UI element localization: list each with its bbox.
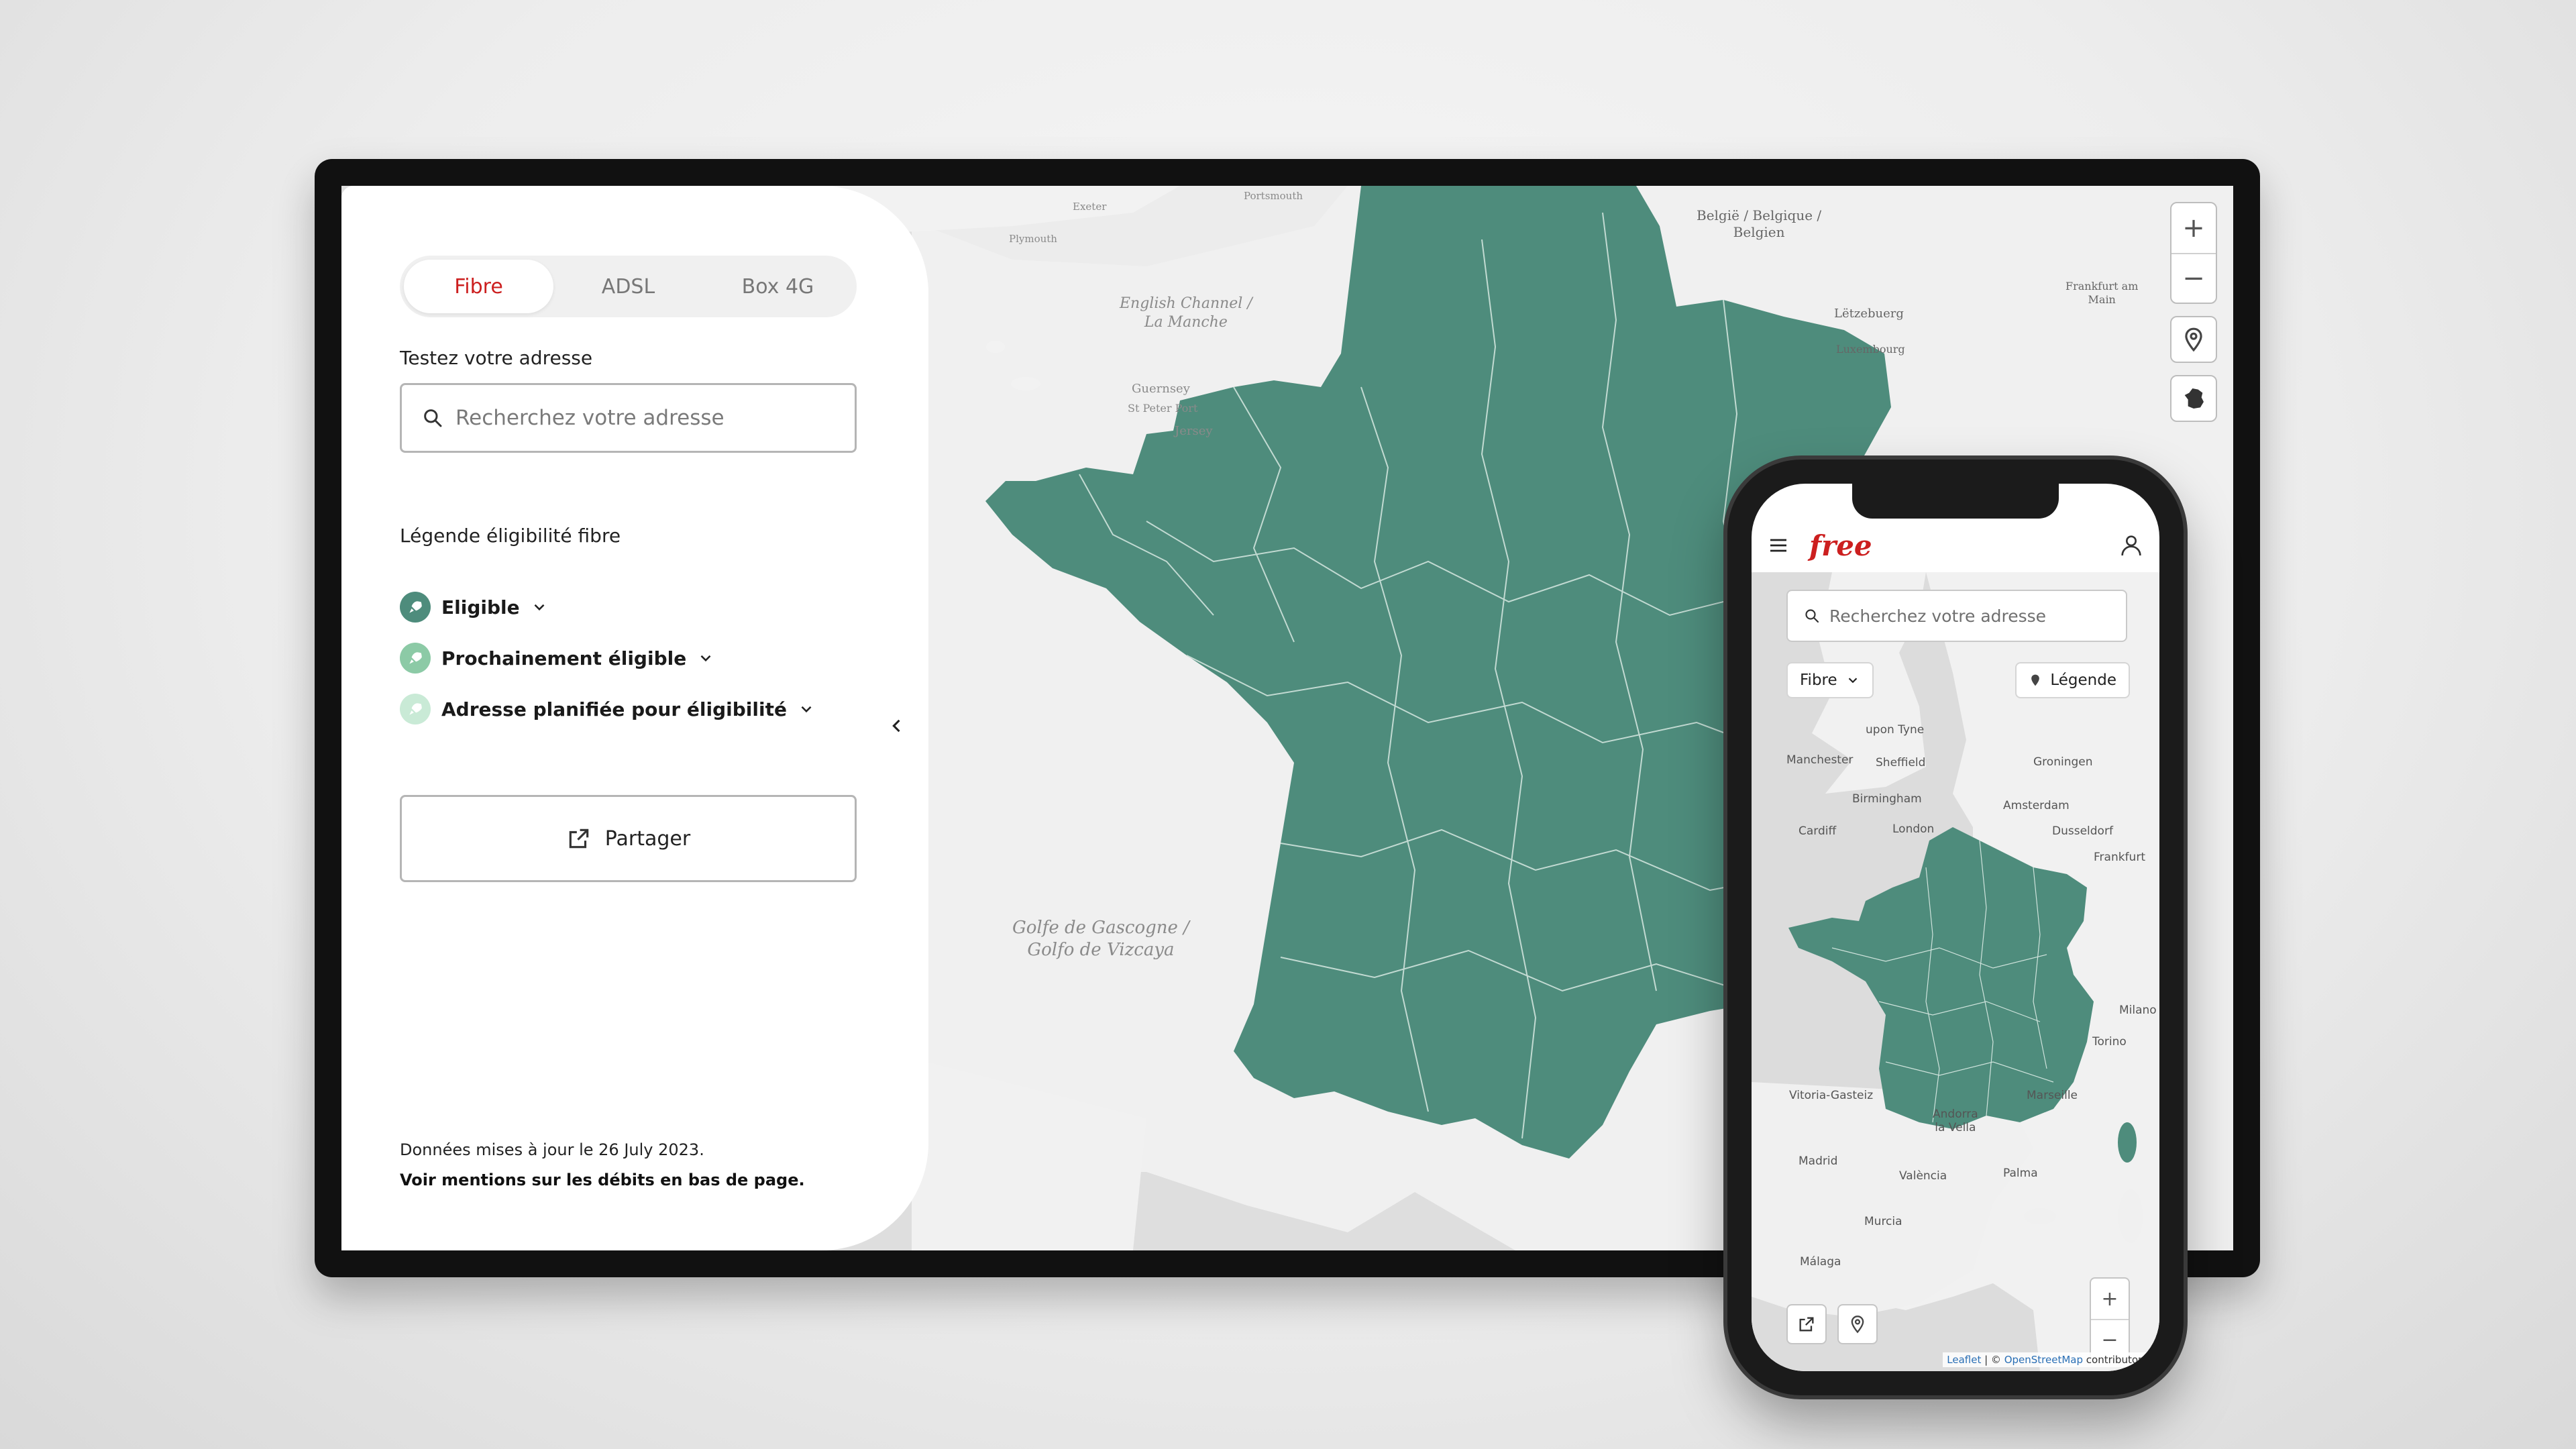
map-label-madrid: Madrid (1799, 1155, 1838, 1168)
map-label-frankfurt: Frankfurt am Main (2065, 280, 2139, 306)
leaflet-link[interactable]: Leaflet (1947, 1354, 1981, 1366)
legend-item-planifiee[interactable]: Adresse planifiée pour éligibilité (400, 694, 815, 724)
map-label-channel: English Channel / La Manche (1120, 295, 1252, 331)
map-label-manchester: Manchester (1786, 753, 1854, 767)
phone-legend-button[interactable]: Légende (2015, 662, 2130, 698)
tab-box-4g[interactable]: Box 4G (703, 260, 853, 313)
legend-item-label: Eligible (441, 596, 520, 619)
chevron-down-icon (1848, 678, 1857, 684)
location-pin-icon (2031, 674, 2040, 686)
address-search-input[interactable] (455, 406, 831, 430)
share-button[interactable]: Partager (400, 795, 857, 882)
chevron-left-icon (892, 719, 900, 733)
map-label-plymouth: Plymouth (1009, 233, 1057, 245)
legend-item-eligible[interactable]: Eligible (400, 592, 548, 623)
map-label-gulf: Golfe de Gascogne / Golfo de Vizcaya (1012, 918, 1189, 960)
map-label-valencia: València (1899, 1169, 1947, 1183)
address-label: Testez votre adresse (400, 347, 593, 369)
map-label-jersey: Jersey (1175, 424, 1213, 438)
map-label-sheffield: Sheffield (1876, 756, 1926, 769)
chevron-down-icon (534, 604, 545, 611)
phone-locate-button[interactable] (1837, 1304, 1878, 1344)
phone-device: free Recherchez votre adresse Fibre Lége… (1727, 460, 2184, 1395)
france-icon (2184, 388, 2204, 409)
map-label-exeter: Exeter (1073, 201, 1107, 213)
map-label-palma: Palma (2003, 1167, 2038, 1180)
map-label-guernsey: Guernsey (1132, 382, 1190, 396)
map-label-amsterdam: Amsterdam (2003, 799, 2070, 812)
mentions-link[interactable]: Voir mentions sur les débits en bas de p… (400, 1171, 805, 1189)
zoom-out-button[interactable]: − (2171, 253, 2216, 303)
attribution-tail: contributors (2083, 1354, 2147, 1366)
location-pin-icon (2185, 327, 2202, 352)
zoom-in-button[interactable]: + (2171, 203, 2216, 253)
location-pin-icon (1851, 1316, 1864, 1334)
phone-zoom-in-button[interactable]: + (2091, 1279, 2129, 1319)
legend-item-label: Adresse planifiée pour éligibilité (441, 698, 787, 720)
recenter-france-button[interactable] (2170, 375, 2217, 422)
map-label-london: London (1892, 822, 1935, 836)
map-label-dusseldorf: Dusseldorf (2052, 824, 2113, 838)
attribution-separator: | © (1981, 1354, 2004, 1366)
map-label-letzebuerg: Lëtzebuerg (1834, 307, 1904, 321)
rocket-icon (400, 643, 431, 674)
osm-link[interactable]: OpenStreetMap (2004, 1354, 2083, 1366)
phone-address-search-input[interactable] (1829, 606, 2111, 626)
legend-item-label: Prochainement éligible (441, 647, 687, 669)
map-label-marseille: Marseille (2027, 1089, 2078, 1102)
hamburger-menu-icon[interactable] (1768, 535, 1789, 556)
chevron-down-icon (700, 655, 711, 662)
map-controls: + − (2170, 202, 2217, 422)
network-tabs: Fibre ADSL Box 4G (400, 256, 857, 317)
legend-title: Légende éligibilité fibre (400, 525, 621, 547)
search-icon (1805, 609, 1819, 623)
map-label-luxembourg: Luxembourg (1836, 343, 1905, 356)
free-logo[interactable]: free (1809, 529, 1872, 562)
chevron-down-icon (801, 706, 812, 713)
address-search[interactable] (400, 383, 857, 453)
side-panel: Fibre ADSL Box 4G Testez votre adresse L… (341, 186, 928, 1250)
collapse-panel-button[interactable] (883, 712, 910, 739)
map-attribution: Leaflet | © OpenStreetMap contributors (1943, 1352, 2151, 1367)
update-date-text: Données mises à jour le 26 July 2023. (400, 1140, 704, 1159)
share-label: Partager (604, 826, 691, 851)
map-label-vitoria: Vitoria-Gasteiz (1789, 1089, 1874, 1102)
map-label-murcia: Murcia (1864, 1215, 1902, 1228)
map-label-cardiff: Cardiff (1799, 824, 1837, 838)
phone-notch (1852, 484, 2059, 519)
locate-button[interactable] (2170, 316, 2217, 363)
rocket-icon (400, 694, 431, 724)
external-link-icon (1799, 1317, 1814, 1332)
phone-filter-label: Fibre (1800, 672, 1837, 689)
phone-share-button[interactable] (1786, 1304, 1827, 1344)
zoom-control: + − (2170, 202, 2217, 304)
map-label-torino: Torino (2092, 1035, 2127, 1049)
phone-filter-select[interactable]: Fibre (1786, 662, 1874, 698)
map-label-belgium: België / Belgique / Belgien (1697, 207, 1822, 240)
map-label-portsmouth: Portsmouth (1244, 190, 1303, 202)
map-label-groningen: Groningen (2033, 755, 2093, 769)
map-label-st-peter-port: St Peter Port (1128, 402, 1198, 415)
phone-address-search[interactable] (1786, 590, 2127, 642)
search-icon (424, 409, 442, 427)
map-label-andorra: Andorra la Vella (1933, 1108, 1978, 1134)
phone-screen: free Recherchez votre adresse Fibre Lége… (1752, 484, 2159, 1371)
external-link-icon (569, 828, 589, 849)
tab-adsl[interactable]: ADSL (553, 260, 703, 313)
user-account-icon[interactable] (2118, 532, 2145, 559)
map-label-birmingham: Birmingham (1852, 792, 1922, 806)
phone-zoom-control: + − (2090, 1277, 2130, 1360)
legend-item-prochainement[interactable]: Prochainement éligible (400, 643, 714, 674)
map-label-newcastle: upon Tyne (1866, 723, 1925, 737)
tab-fibre[interactable]: Fibre (404, 260, 553, 313)
map-label-milano: Milano (2119, 1004, 2157, 1017)
map-label-frankfurt: Frankfurt (2094, 851, 2145, 864)
phone-header: free (1752, 519, 2159, 572)
phone-legend-label: Légende (2050, 672, 2116, 689)
map-label-malaga: Málaga (1800, 1255, 1841, 1269)
rocket-icon (400, 592, 431, 623)
